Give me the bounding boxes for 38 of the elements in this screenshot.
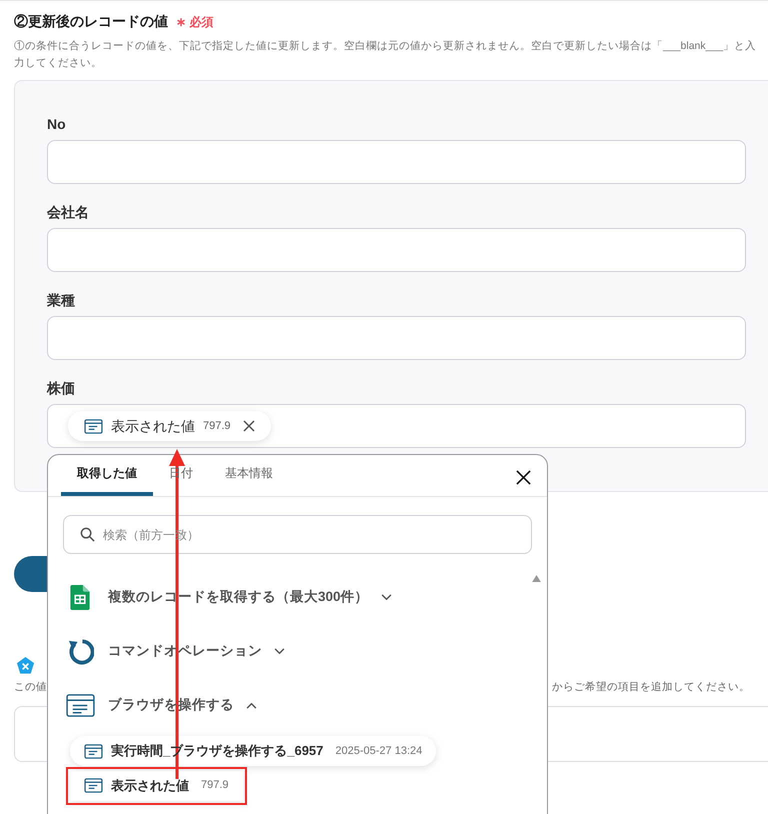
chip-value: 797.9 [201,778,229,794]
spreadsheet-icon [70,584,90,610]
field-label: No [47,115,67,134]
close-icon[interactable] [516,470,531,485]
browser-window-icon [66,694,94,716]
chevron-up-icon[interactable] [246,702,257,708]
chip-value: 2025-05-27 13:24 [335,744,422,759]
input-field[interactable]: 表示された値 797.9 [47,404,746,448]
field-label: 業種 [47,291,76,310]
input-field[interactable] [47,228,746,272]
window-icon [84,744,103,758]
tab[interactable]: 取得した値 [61,454,153,496]
value-chip[interactable]: 表示された値 797.9 [68,411,271,441]
tab[interactable]: 基本情報 [209,454,289,496]
window-icon [84,778,103,793]
close-icon[interactable] [242,420,255,432]
group-item[interactable]: 複数のレコードを取得する（最大300件） [48,570,547,624]
field-label: 株価 [47,379,76,398]
chip-label: 表示された値 [111,776,189,795]
scroll-up-icon[interactable] [532,575,541,582]
field-label: 会社名 [47,203,90,222]
window-icon [84,418,103,434]
group-label: 複数のレコードを取得する（最大300件） [108,588,369,606]
search-icon [80,527,95,542]
description-text: からご希望の項目を追加してください。 [552,680,750,695]
required-label: ∗ 必須 [176,14,214,30]
circular-arrow-icon [66,638,94,664]
section-description: ①の条件に合うレコードの値を、下記で指定した値に更新します。空白欄は元の値から更新されません。空白で更新したい場合は「___blank___」と入力してください。 [13,39,758,71]
input-field[interactable] [47,316,746,360]
chip-value: 797.9 [203,418,231,434]
input-field[interactable] [47,140,746,184]
chip-label: 表示された値 [111,416,195,436]
description-text: この値 [14,680,47,695]
chevron-down-icon[interactable] [380,594,392,600]
chevron-down-icon[interactable] [274,648,285,654]
pentagon-icon [16,656,35,675]
value-chip[interactable]: 表示された値 797.9 [70,770,243,800]
section-title: ②更新後のレコードの値 [14,12,168,31]
